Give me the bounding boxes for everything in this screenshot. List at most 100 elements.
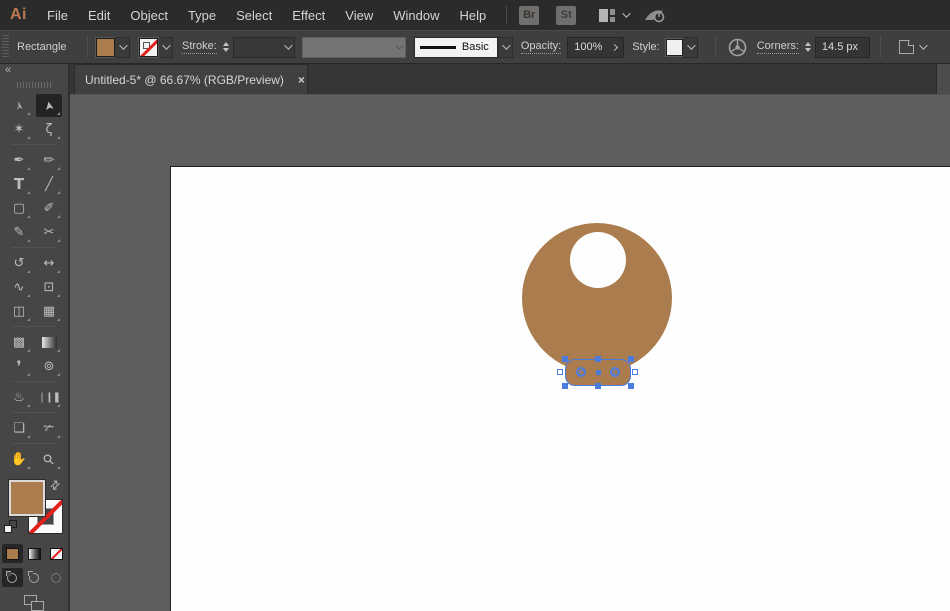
shape-builder-tool-icon: ◫ (13, 305, 25, 318)
bridge-button[interactable]: Br (519, 6, 539, 25)
brush-definition-field[interactable]: Basic (414, 37, 498, 58)
selection-handle-bottom-left[interactable] (562, 383, 568, 389)
free-transform-tool[interactable]: ⊡ (36, 276, 62, 299)
perspective-grid-tool[interactable]: ▦ (36, 300, 62, 323)
document-setup-button[interactable] (899, 40, 925, 54)
controlbar-grip[interactable] (2, 35, 9, 59)
selection-center-point[interactable] (596, 370, 601, 375)
opacity-panel-link[interactable]: Opacity: (521, 40, 561, 54)
symbol-sprayer-tool[interactable]: ♨ (6, 386, 32, 409)
line-segment-tool[interactable]: ╱ (36, 173, 62, 196)
scissors-tool[interactable]: ✂ (36, 221, 62, 244)
selection-handle-bottom-center[interactable] (595, 383, 601, 389)
artboard-tool[interactable]: ❏ (6, 417, 32, 440)
selection-handle-left[interactable] (557, 369, 563, 375)
document-tab[interactable]: Untitled-5* @ 66.67% (RGB/Preview) × (74, 64, 308, 94)
draw-inside-button[interactable] (46, 568, 67, 587)
stroke-panel-link[interactable]: Stroke: (182, 40, 217, 54)
fill-swatch[interactable] (9, 480, 45, 516)
pen-tool[interactable]: ✒ (6, 149, 32, 172)
none-mode-button[interactable] (46, 544, 67, 563)
selection-handle-right[interactable] (632, 369, 638, 375)
zoom-tool[interactable]: ⚲ (36, 448, 62, 471)
corners-field[interactable]: 14.5 px (815, 37, 870, 58)
lasso-tool[interactable]: ζ (36, 118, 62, 141)
paintbrush-tool[interactable]: ✐ (36, 197, 62, 220)
menu-edit[interactable]: Edit (78, 8, 120, 23)
tool-group-divider (12, 412, 56, 413)
eyedropper-tool-icon: ❜ (16, 359, 21, 375)
curvature-tool[interactable]: ✏ (36, 149, 62, 172)
rotate-tool[interactable]: ↺ (6, 252, 32, 275)
menu-object[interactable]: Object (120, 8, 178, 23)
hand-tool[interactable]: ✋ (6, 448, 32, 471)
close-tab-icon[interactable]: × (298, 73, 305, 87)
style-dropdown-button[interactable] (683, 37, 698, 58)
none-icon (50, 548, 63, 560)
rectangle-tool-icon: ▢ (13, 202, 25, 215)
collapse-panel-button[interactable]: « (0, 64, 68, 79)
recolor-artwork-icon[interactable] (728, 38, 747, 57)
chevron-down-icon (919, 41, 927, 49)
graphic-style-swatch[interactable] (666, 39, 683, 56)
canvas[interactable] (70, 94, 950, 611)
gradient-mode-button[interactable] (24, 544, 45, 563)
mesh-tool[interactable]: ▩ (6, 331, 32, 354)
direct-selection-tool-icon: ➤ (42, 100, 56, 112)
selection-handle-top-center[interactable] (595, 356, 601, 362)
gradient-tool[interactable] (36, 331, 62, 354)
menu-file[interactable]: File (37, 8, 78, 23)
selection-handle-bottom-right[interactable] (628, 383, 634, 389)
color-mode-button[interactable] (2, 544, 23, 563)
corners-stepper[interactable] (805, 42, 811, 52)
live-corner-widget-left[interactable] (576, 367, 586, 377)
magic-wand-tool[interactable]: ✶ (6, 118, 32, 141)
type-tool[interactable]: T (6, 173, 32, 196)
stroke-weight-stepper[interactable] (223, 42, 229, 52)
change-screen-mode-icon[interactable] (24, 595, 44, 611)
brush-dropdown-button[interactable] (498, 37, 513, 58)
live-corner-widget-right[interactable] (610, 367, 620, 377)
draw-normal-button[interactable] (2, 568, 23, 587)
selection-tool[interactable]: ➢ (6, 94, 32, 117)
menu-help[interactable]: Help (449, 8, 496, 23)
panel-grip[interactable] (17, 82, 51, 89)
shape-builder-tool[interactable]: ◫ (6, 300, 32, 323)
stroke-color-swatch[interactable] (139, 38, 158, 57)
swap-fill-stroke-icon[interactable]: ⇄ (47, 477, 64, 494)
slice-tool[interactable]: ✃ (36, 417, 62, 440)
menu-select[interactable]: Select (226, 8, 282, 23)
eyedropper-tool[interactable]: ❜ (6, 355, 32, 378)
gpu-performance-icon[interactable] (644, 6, 666, 24)
fill-dropdown-button[interactable] (115, 37, 130, 58)
corners-panel-link[interactable]: Corners: (757, 40, 799, 54)
fill-stroke-cluster: ⇄ (0, 476, 68, 540)
scissors-tool-icon: ✂ (44, 226, 55, 239)
selection-handle-top-right[interactable] (628, 356, 634, 362)
scale-tool[interactable]: ↔ (36, 252, 62, 275)
menu-window[interactable]: Window (383, 8, 449, 23)
column-graph-tool[interactable]: ❘❙❚ (36, 386, 62, 409)
draw-behind-button[interactable] (24, 568, 45, 587)
width-tool[interactable]: ∿ (6, 276, 32, 299)
blend-tool[interactable]: ⊚ (36, 355, 62, 378)
default-fill-stroke-icon[interactable] (4, 520, 17, 533)
shaper-tool[interactable]: ✎ (6, 221, 32, 244)
selection-handle-top-left[interactable] (562, 356, 568, 362)
white-hole-circle-shape[interactable] (570, 232, 626, 288)
opacity-field[interactable]: 100% (567, 37, 624, 58)
tool-group-divider (12, 381, 56, 382)
stroke-dropdown-button[interactable] (158, 37, 173, 58)
menu-type[interactable]: Type (178, 8, 226, 23)
menu-view[interactable]: View (335, 8, 383, 23)
color-icon (6, 548, 19, 560)
direct-selection-tool[interactable]: ➤ (36, 94, 62, 117)
stroke-weight-dropdown[interactable] (233, 37, 295, 58)
fill-color-swatch[interactable] (96, 38, 115, 57)
menu-effect[interactable]: Effect (282, 8, 335, 23)
stock-button[interactable]: St (556, 6, 576, 25)
rectangle-tool[interactable]: ▢ (6, 197, 32, 220)
menu-bar: Ai FileEditObjectTypeSelectEffectViewWin… (0, 0, 950, 30)
chevron-right-icon[interactable] (611, 43, 618, 50)
workspace-switcher[interactable] (599, 9, 628, 22)
